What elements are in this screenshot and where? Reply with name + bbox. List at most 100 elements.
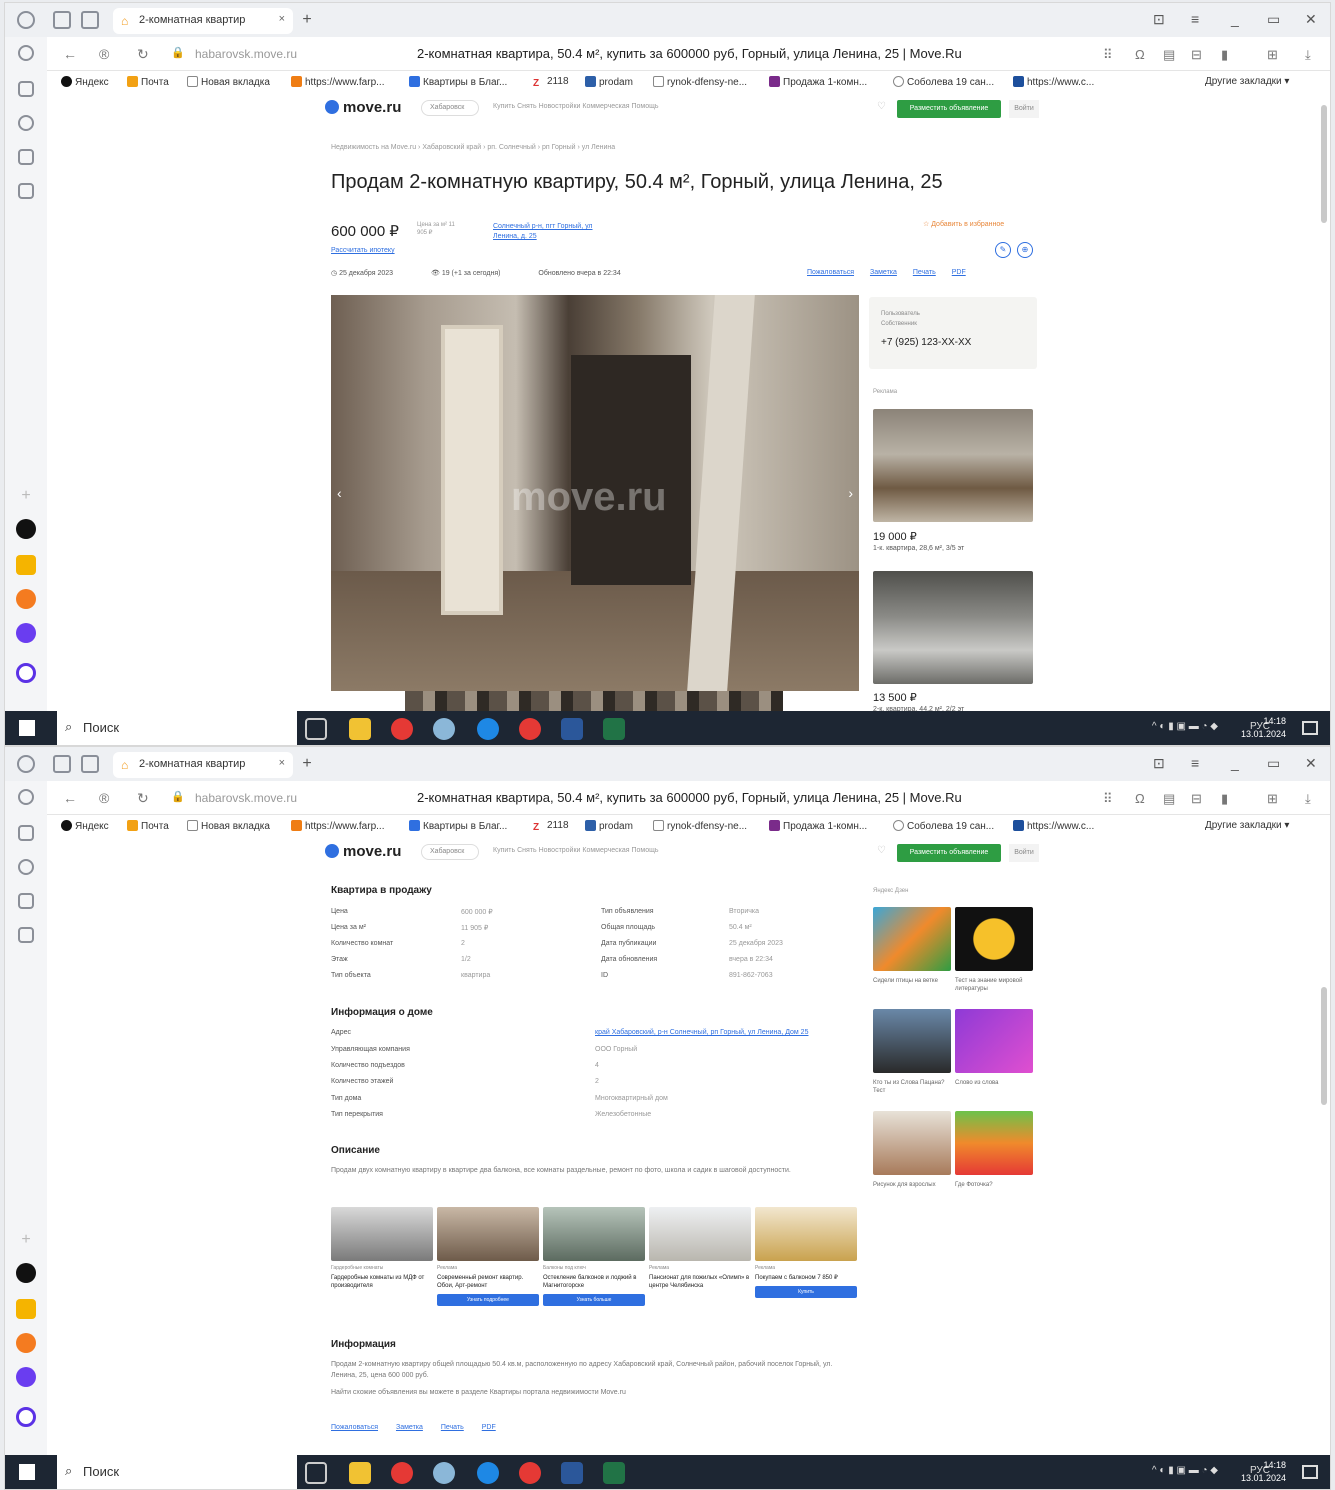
favorites-icon[interactable]: ♡ bbox=[877, 845, 886, 856]
reader-icon[interactable]: Ω bbox=[1135, 791, 1145, 806]
browser-tab[interactable]: ⌂ 2-комнатная квартир × bbox=[113, 8, 293, 34]
downloads-icon[interactable] bbox=[18, 149, 34, 165]
header-menu[interactable]: Купить Снять Новостройки Коммерческая По… bbox=[493, 847, 659, 854]
zen-app-icon[interactable] bbox=[16, 1407, 36, 1427]
market-icon[interactable] bbox=[16, 1299, 36, 1319]
promo-button[interactable]: Купить bbox=[755, 1286, 857, 1298]
zen-caption[interactable]: Слово из слова bbox=[955, 1079, 1033, 1087]
header-menu[interactable]: Купить Снять Новостройки Коммерческая По… bbox=[493, 103, 659, 110]
collection-icon[interactable] bbox=[81, 11, 99, 29]
play-icon[interactable] bbox=[18, 859, 34, 875]
tray-icons[interactable]: ^ ◐ ▮ ▣ ▬ ◔ ◆ bbox=[1152, 1465, 1218, 1476]
start-icon[interactable] bbox=[19, 720, 35, 736]
address-links[interactable]: Солнечный р-н, пгт Горный, ул Ленина, д.… bbox=[493, 222, 613, 242]
mail-app-icon[interactable] bbox=[16, 589, 36, 609]
post-ad-button[interactable]: Разместить объявление bbox=[897, 844, 1001, 862]
notification-icon[interactable] bbox=[1302, 721, 1318, 735]
alice-icon[interactable] bbox=[16, 1263, 36, 1283]
login-button[interactable]: Войти bbox=[1009, 100, 1039, 118]
bookmark-window-icon[interactable]: ⊡ bbox=[1153, 755, 1165, 772]
extensions-icon[interactable]: ⠿ bbox=[1103, 47, 1113, 63]
bookmark-prodam[interactable]: prodam bbox=[585, 76, 633, 88]
reload-icon[interactable]: ↻ bbox=[137, 46, 149, 63]
house-address-link[interactable]: край Хабаровский, р-н Солнечный, рп Горн… bbox=[595, 1029, 808, 1036]
pdf-link[interactable]: PDF bbox=[952, 269, 966, 276]
close-tab-icon[interactable]: × bbox=[279, 757, 285, 769]
bookmark-farp[interactable]: https://www.farp... bbox=[291, 820, 384, 832]
bookmark-https[interactable]: https://www.c... bbox=[1013, 76, 1094, 88]
extensions-icon[interactable]: ⠿ bbox=[1103, 791, 1113, 807]
zen-caption[interactable]: Рисунок для взрослых bbox=[873, 1181, 951, 1189]
messenger-icon[interactable] bbox=[16, 1367, 36, 1387]
reload-icon[interactable]: ↻ bbox=[137, 790, 149, 807]
bookmark-newtab[interactable]: Новая вкладка bbox=[187, 820, 270, 832]
back-icon[interactable]: ← bbox=[63, 790, 77, 806]
promo-card[interactable]: Реклама Пансионат для пожилых «Олимп» в … bbox=[649, 1207, 751, 1325]
minimize-icon[interactable]: _ bbox=[1231, 11, 1239, 27]
bookmark-rynok[interactable]: rynok-dfensy-ne... bbox=[653, 820, 747, 832]
bookmark-other[interactable]: Другие закладки ▾ bbox=[1205, 820, 1289, 831]
zen-header[interactable]: Яндекс Дзен bbox=[873, 888, 1033, 894]
maximize-icon[interactable]: ▭ bbox=[1267, 755, 1280, 772]
downloads-panel-icon[interactable]: ⊞ bbox=[1267, 791, 1278, 807]
print-link[interactable]: Печать bbox=[441, 1424, 464, 1431]
task-view-icon[interactable] bbox=[305, 718, 327, 740]
minimize-icon[interactable]: _ bbox=[1231, 755, 1239, 771]
promo-card[interactable]: Гардеробные комнаты Гардеробные комнаты … bbox=[331, 1207, 433, 1325]
tabs-icon[interactable] bbox=[53, 755, 71, 773]
bookmark-icon[interactable]: ▮ bbox=[1221, 47, 1228, 63]
downloads-icon[interactable] bbox=[18, 893, 34, 909]
bookmark-sale[interactable]: Продажа 1-комн... bbox=[769, 820, 867, 832]
bookmark-2118[interactable]: Z 2118 bbox=[533, 76, 569, 89]
report-link[interactable]: Пожаловаться bbox=[807, 269, 854, 276]
bookmark-2118[interactable]: Z 2118 bbox=[533, 820, 569, 833]
explorer-icon[interactable] bbox=[349, 718, 371, 740]
protect-icon[interactable]: ® bbox=[99, 46, 109, 62]
page-title[interactable]: 2-комнатная квартира, 50.4 м², купить за… bbox=[417, 46, 962, 61]
translate-icon[interactable]: ▤ bbox=[1163, 47, 1175, 63]
excel-icon[interactable] bbox=[603, 1462, 625, 1484]
excel-icon[interactable] bbox=[603, 718, 625, 740]
bookmark-yandex[interactable]: Яндекс bbox=[61, 76, 109, 88]
promo-card[interactable]: Реклама Покупаем с балконом 7 850 ₽ Купи… bbox=[755, 1207, 857, 1325]
notification-icon[interactable] bbox=[1302, 1465, 1318, 1479]
scroll-thumb[interactable] bbox=[1321, 987, 1327, 1105]
zen-tile[interactable] bbox=[873, 1009, 951, 1073]
maximize-icon[interactable]: ▭ bbox=[1267, 11, 1280, 28]
promo-card[interactable]: Реклама Современный ремонт квартир. Обои… bbox=[437, 1207, 539, 1325]
word-icon[interactable] bbox=[561, 718, 583, 740]
yandex-icon[interactable] bbox=[519, 718, 541, 740]
yandex-icon[interactable] bbox=[519, 1462, 541, 1484]
screenshot-icon[interactable] bbox=[18, 183, 34, 199]
bookmark-prodam[interactable]: prodam bbox=[585, 820, 633, 832]
clock[interactable]: 14:18 13.01.2024 bbox=[1241, 1459, 1286, 1485]
scroll-thumb[interactable] bbox=[1321, 105, 1327, 223]
alice-icon[interactable] bbox=[16, 519, 36, 539]
promo-card[interactable]: Балконы под ключ Остекление балконов и л… bbox=[543, 1207, 645, 1325]
history-icon[interactable] bbox=[18, 45, 34, 61]
messenger-icon[interactable] bbox=[16, 623, 36, 643]
note-link[interactable]: Заметка bbox=[870, 269, 897, 276]
region-selector[interactable]: Хабаровск bbox=[421, 100, 479, 116]
zen-caption[interactable]: Сидели птицы на ветке bbox=[873, 977, 951, 985]
collection-icon[interactable] bbox=[81, 755, 99, 773]
history-icon[interactable] bbox=[18, 789, 34, 805]
post-ad-button[interactable]: Разместить объявление bbox=[897, 100, 1001, 118]
seller-phone[interactable]: +7 (925) 123-XX-XX bbox=[881, 337, 971, 348]
bookmark-sale[interactable]: Продажа 1-комн... bbox=[769, 76, 867, 88]
bookmark-soboleva[interactable]: Соболева 19 сан... bbox=[893, 820, 994, 832]
add-app-icon[interactable]: + bbox=[16, 1231, 36, 1251]
yandex-browser-icon[interactable] bbox=[391, 718, 413, 740]
browser-tab[interactable]: ⌂ 2-комнатная квартир × bbox=[113, 752, 293, 778]
bookmark-soboleva[interactable]: Соболева 19 сан... bbox=[893, 76, 994, 88]
edge-icon[interactable] bbox=[477, 1462, 499, 1484]
zen-tile[interactable] bbox=[873, 907, 951, 971]
site-logo[interactable]: move.ru bbox=[325, 99, 401, 116]
page-scrollbar[interactable] bbox=[1320, 847, 1328, 1447]
play-icon[interactable] bbox=[18, 115, 34, 131]
zen-tile[interactable] bbox=[955, 1111, 1033, 1175]
download-icon[interactable]: ⤓ bbox=[1305, 47, 1311, 63]
gallery-thumbnails[interactable] bbox=[405, 691, 783, 713]
add-favorite-link[interactable]: ☆ Добавить в избранное bbox=[923, 220, 1004, 228]
ad-description[interactable]: 1-к. квартира, 28,6 м², 3/5 эт bbox=[873, 545, 964, 552]
